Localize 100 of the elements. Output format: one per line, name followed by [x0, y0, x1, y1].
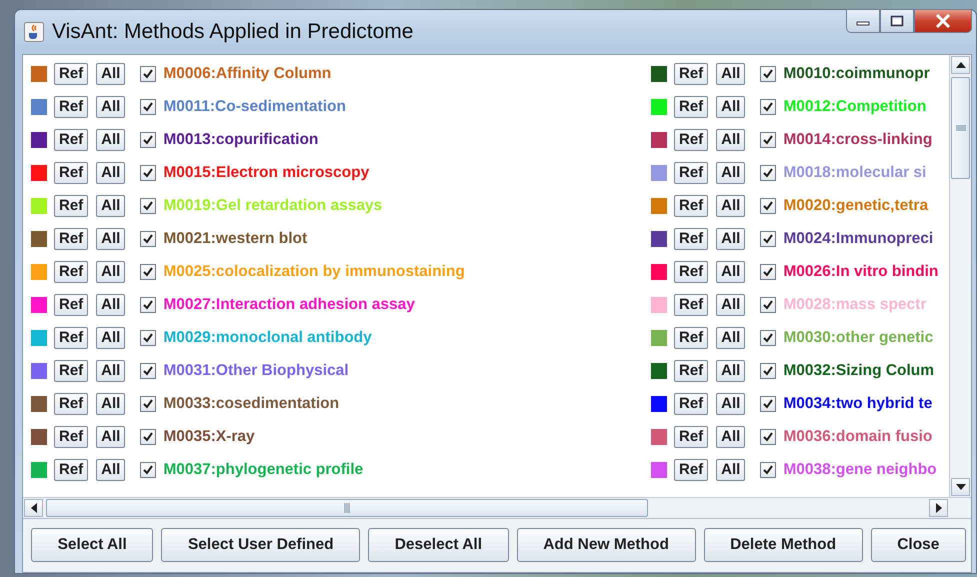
- ref-button[interactable]: Ref: [674, 326, 708, 348]
- dialog-button[interactable]: Delete Method: [704, 528, 863, 562]
- checkbox[interactable]: [140, 230, 156, 246]
- all-button[interactable]: All: [716, 426, 746, 448]
- down-arrow-icon: [956, 484, 966, 490]
- maximize-button[interactable]: [880, 9, 914, 33]
- checkbox[interactable]: [140, 330, 156, 346]
- checkbox[interactable]: [760, 396, 776, 412]
- ref-button[interactable]: Ref: [54, 260, 88, 282]
- ref-button[interactable]: Ref: [674, 162, 708, 184]
- minimize-button[interactable]: [846, 9, 880, 33]
- all-button[interactable]: All: [716, 62, 746, 84]
- all-button[interactable]: All: [716, 228, 746, 250]
- checkbox[interactable]: [140, 362, 156, 378]
- ref-button[interactable]: Ref: [54, 62, 88, 84]
- ref-button[interactable]: Ref: [674, 426, 708, 448]
- ref-button[interactable]: Ref: [54, 326, 88, 348]
- ref-button[interactable]: Ref: [674, 392, 708, 414]
- all-button[interactable]: All: [96, 162, 126, 184]
- ref-button[interactable]: Ref: [54, 128, 88, 150]
- dialog-button[interactable]: Select All: [31, 528, 154, 562]
- dialog-button[interactable]: Deselect All: [368, 528, 509, 562]
- all-button[interactable]: All: [716, 260, 746, 282]
- all-button[interactable]: All: [716, 458, 746, 480]
- checkbox[interactable]: [760, 330, 776, 346]
- all-button[interactable]: All: [716, 360, 746, 382]
- checkbox[interactable]: [760, 362, 776, 378]
- ref-button[interactable]: Ref: [674, 96, 708, 118]
- ref-button[interactable]: Ref: [54, 294, 88, 316]
- all-button[interactable]: All: [96, 458, 126, 480]
- all-button[interactable]: All: [96, 128, 126, 150]
- check-icon: [763, 300, 774, 310]
- scroll-up-button[interactable]: [951, 56, 970, 74]
- ref-button[interactable]: Ref: [674, 128, 708, 150]
- ref-button[interactable]: Ref: [54, 96, 88, 118]
- ref-button[interactable]: Ref: [54, 392, 88, 414]
- all-button[interactable]: All: [96, 326, 126, 348]
- dialog-button[interactable]: Close: [870, 528, 966, 562]
- all-button[interactable]: All: [716, 128, 746, 150]
- checkbox[interactable]: [140, 164, 156, 180]
- ref-button[interactable]: Ref: [54, 458, 88, 480]
- checkbox[interactable]: [760, 66, 776, 82]
- all-button[interactable]: All: [96, 260, 126, 282]
- all-button[interactable]: All: [96, 360, 126, 382]
- check-icon: [143, 398, 154, 408]
- checkbox[interactable]: [760, 462, 776, 478]
- checkbox[interactable]: [140, 462, 156, 478]
- ref-button[interactable]: Ref: [54, 228, 88, 250]
- checkbox[interactable]: [760, 264, 776, 280]
- checkbox[interactable]: [140, 396, 156, 412]
- close-button[interactable]: [914, 9, 972, 33]
- checkbox[interactable]: [140, 132, 156, 148]
- all-button[interactable]: All: [716, 326, 746, 348]
- all-button[interactable]: All: [716, 294, 746, 316]
- check-icon: [763, 332, 774, 342]
- checkbox[interactable]: [760, 296, 776, 312]
- method-label: M0037:phylogenetic profile: [163, 460, 364, 478]
- all-button[interactable]: All: [96, 228, 126, 250]
- all-button[interactable]: All: [716, 194, 746, 216]
- dialog-button[interactable]: Add New Method: [516, 528, 696, 562]
- ref-button[interactable]: Ref: [54, 194, 88, 216]
- ref-button[interactable]: Ref: [54, 162, 88, 184]
- checkbox[interactable]: [760, 98, 776, 114]
- all-button[interactable]: All: [716, 392, 746, 414]
- ref-button[interactable]: Ref: [674, 360, 708, 382]
- checkbox[interactable]: [760, 198, 776, 214]
- all-button[interactable]: All: [96, 392, 126, 414]
- all-button[interactable]: All: [96, 294, 126, 316]
- ref-button[interactable]: Ref: [54, 360, 88, 382]
- all-button[interactable]: All: [96, 194, 126, 216]
- ref-button[interactable]: Ref: [674, 62, 708, 84]
- checkbox[interactable]: [760, 428, 776, 444]
- all-button[interactable]: All: [96, 62, 126, 84]
- scroll-right-button[interactable]: [929, 499, 948, 517]
- ref-button[interactable]: Ref: [674, 260, 708, 282]
- checkbox[interactable]: [140, 264, 156, 280]
- ref-button[interactable]: Ref: [674, 458, 708, 480]
- grip-icon: [344, 503, 350, 513]
- dialog-button[interactable]: Select User Defined: [161, 528, 360, 562]
- checkbox[interactable]: [760, 132, 776, 148]
- ref-button[interactable]: Ref: [674, 294, 708, 316]
- ref-button[interactable]: Ref: [54, 426, 88, 448]
- method-label: M0036:domain fusio: [783, 428, 932, 446]
- checkbox[interactable]: [760, 230, 776, 246]
- checkbox[interactable]: [140, 296, 156, 312]
- scrollbar-thumb[interactable]: [951, 77, 970, 179]
- checkbox[interactable]: [760, 164, 776, 180]
- checkbox[interactable]: [140, 198, 156, 214]
- checkbox[interactable]: [140, 98, 156, 114]
- checkbox[interactable]: [140, 66, 156, 82]
- checkbox[interactable]: [140, 428, 156, 444]
- ref-button[interactable]: Ref: [674, 228, 708, 250]
- ref-button[interactable]: Ref: [674, 194, 708, 216]
- scrollbar-thumb[interactable]: [46, 499, 648, 517]
- scroll-left-button[interactable]: [24, 499, 43, 517]
- all-button[interactable]: All: [716, 96, 746, 118]
- scroll-down-button[interactable]: [951, 478, 970, 496]
- all-button[interactable]: All: [96, 426, 126, 448]
- all-button[interactable]: All: [716, 162, 746, 184]
- all-button[interactable]: All: [96, 96, 126, 118]
